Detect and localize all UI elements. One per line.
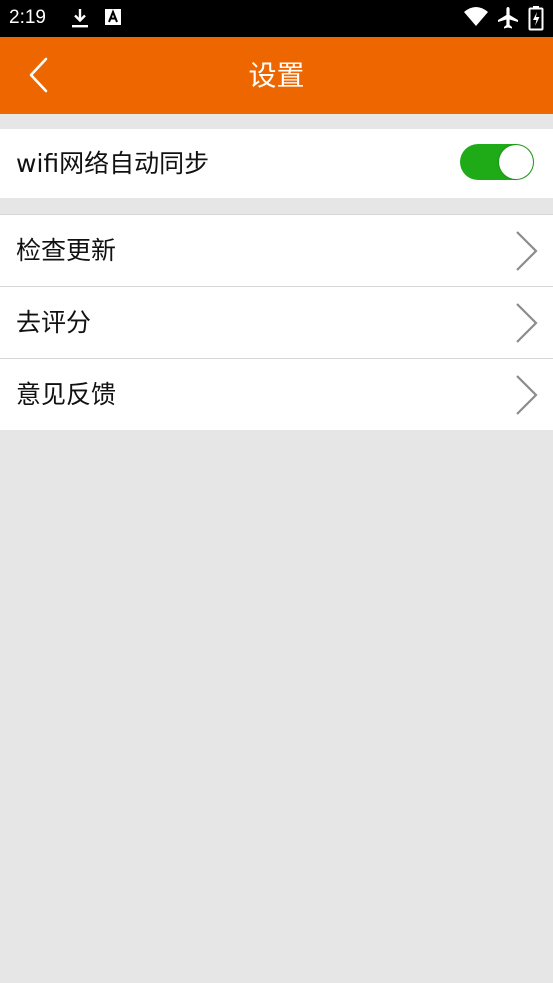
wifi-sync-label: wifi网络自动同步 [16,149,210,178]
chevron-right-icon [513,301,541,345]
battery-icon [528,5,544,35]
download-icon [70,7,90,33]
wifi-sync-toggle[interactable] [460,144,534,180]
wifi-sync-row: wifi网络自动同步 [0,129,553,198]
app-bar: 设置 [0,37,553,114]
toggle-knob [499,145,533,179]
a-badge-icon [104,7,122,31]
rate-item[interactable]: 去评分 [0,287,553,358]
check-update-item[interactable]: 检查更新 [0,215,553,286]
feedback-label: 意见反馈 [16,380,117,409]
airplane-icon [496,6,520,34]
settings-list: 检查更新 去评分 意见反馈 [0,214,553,430]
chevron-right-icon [513,229,541,273]
status-time: 2:19 [9,7,46,28]
wifi-icon [463,6,489,32]
wifi-sync-group: wifi网络自动同步 [0,129,553,198]
chevron-left-icon [22,57,62,102]
rate-label: 去评分 [16,308,92,337]
chevron-right-icon [513,373,541,417]
status-bar: 2:19 [0,0,553,37]
page-title: 设置 [248,59,305,92]
feedback-item[interactable]: 意见反馈 [0,359,553,430]
back-button[interactable] [22,54,62,98]
check-update-label: 检查更新 [16,236,117,265]
